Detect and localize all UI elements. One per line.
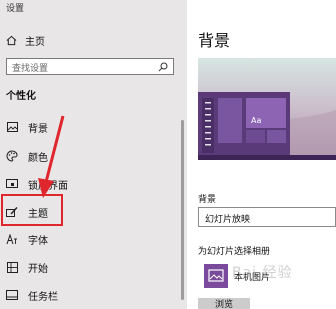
sidebar-item-start[interactable]: 开始: [6, 259, 48, 275]
browse-button[interactable]: 浏览: [198, 298, 250, 309]
search-icon[interactable]: [158, 62, 168, 72]
watermark-text: Bai 经验: [232, 265, 293, 281]
page-title: 背景: [198, 31, 231, 50]
sidebar-item-fonts[interactable]: 字体: [6, 231, 48, 247]
start-icon: [6, 261, 18, 273]
sidebar-item-label: 开始: [28, 263, 48, 275]
sidebar-item-taskbar[interactable]: 任务栏: [6, 287, 58, 303]
sidebar-scrollbar[interactable]: [181, 120, 184, 300]
settings-window: 设置 主页 查找设置 个性化 背景 颜色 主题 字体 开始 任务栏 背景 Aa …: [0, 0, 336, 309]
red-arrow-icon: [38, 115, 65, 198]
background-preview: Aa: [198, 58, 336, 160]
sidebar-item-label: 任务栏: [28, 291, 58, 303]
background-type-select[interactable]: 幻灯片放映: [198, 207, 336, 227]
album-label: 为幻灯片选择相册: [198, 247, 271, 257]
preview-sample-text: Aa: [251, 116, 261, 125]
sidebar-item-label: 字体: [28, 235, 48, 247]
background-label: 背景: [198, 195, 217, 205]
album-thumbnail-icon: [204, 264, 228, 288]
background-type-value: 幻灯片放映: [205, 215, 251, 225]
font-icon: [6, 233, 18, 245]
taskbar-icon: [6, 289, 18, 301]
